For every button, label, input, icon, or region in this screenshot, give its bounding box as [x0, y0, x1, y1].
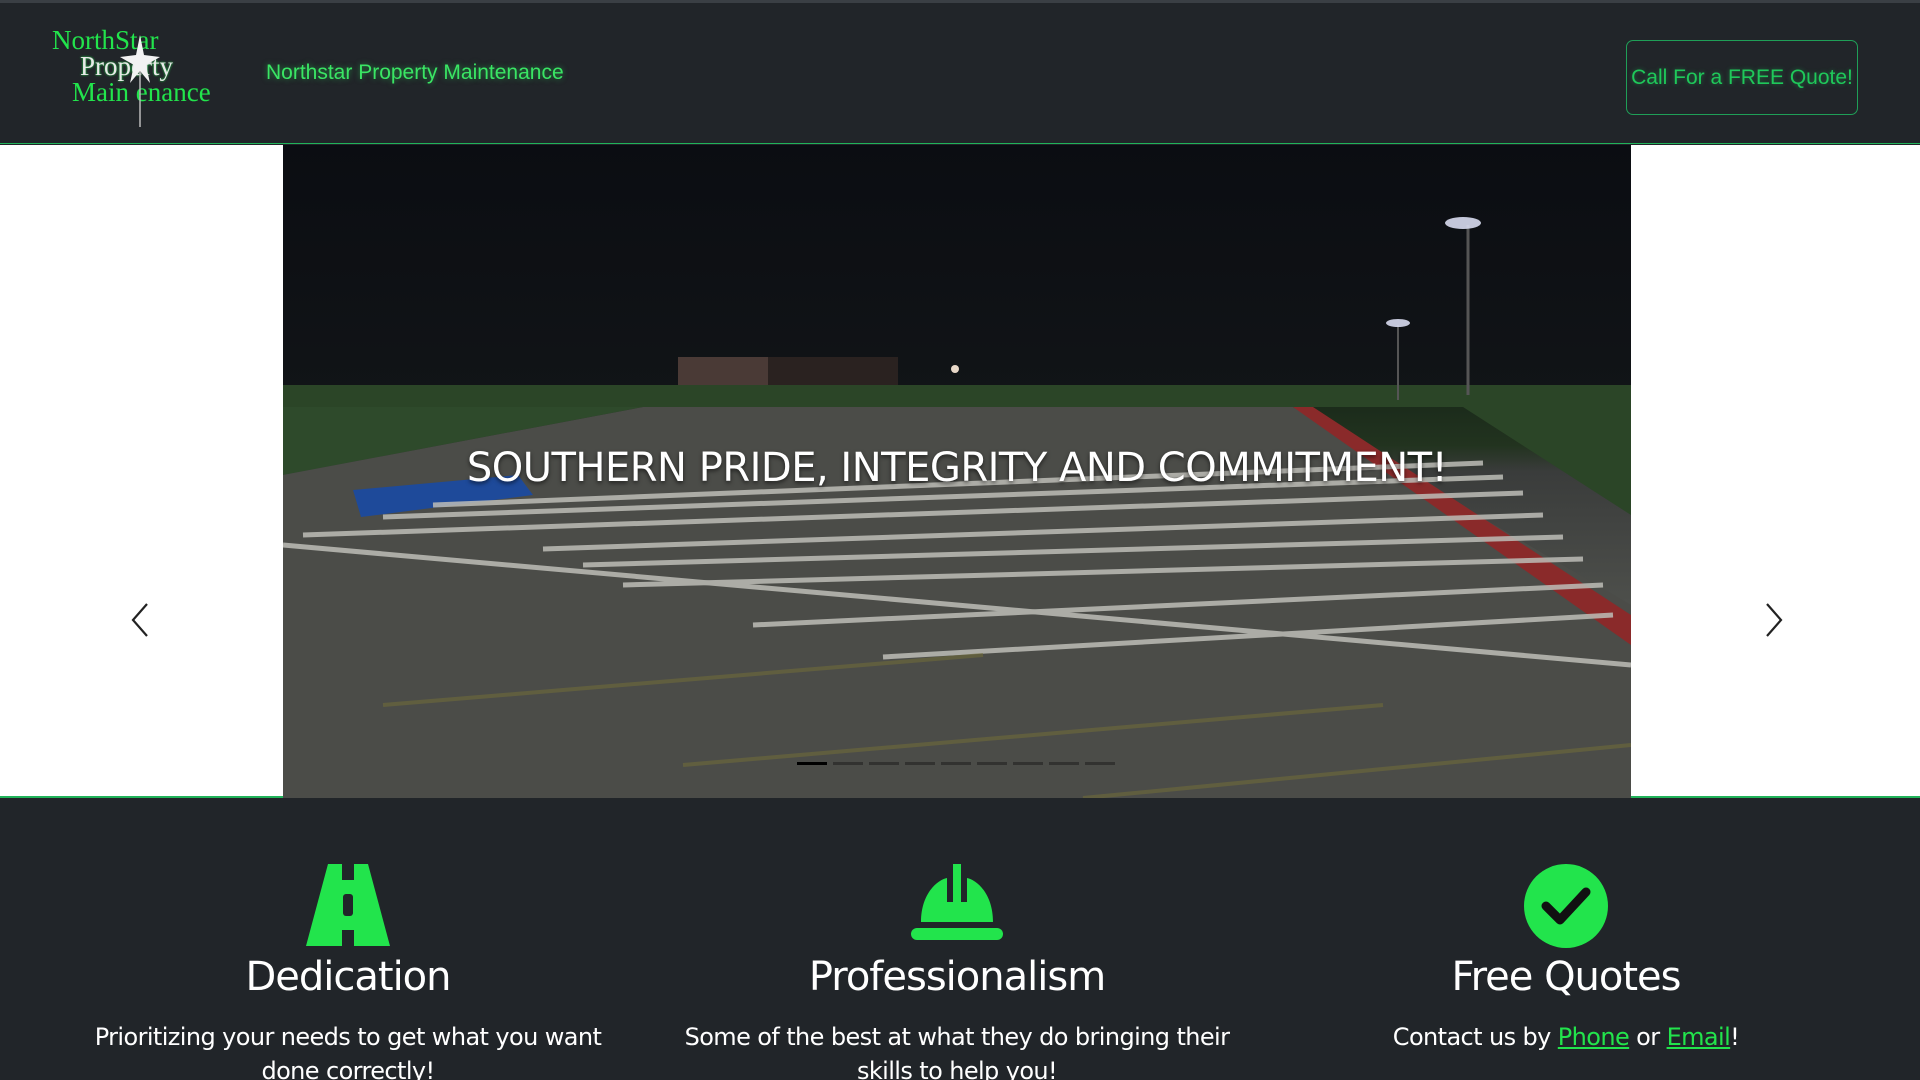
phone-link[interactable]: Phone: [1558, 1023, 1630, 1051]
carousel-indicator-2[interactable]: [833, 762, 863, 765]
carousel-indicator-3[interactable]: [869, 762, 899, 765]
features-section: Dedication Prioritizing your needs to ge…: [0, 800, 1920, 1080]
carousel-prev-button[interactable]: [120, 600, 160, 640]
brand-name[interactable]: Northstar Property Maintenance: [266, 61, 564, 85]
carousel-indicator-6[interactable]: [977, 762, 1007, 765]
feature-text: Some of the best at what they do bringin…: [684, 1023, 1230, 1080]
feature-title: Professionalism: [808, 954, 1106, 1000]
carousel-indicator-7[interactable]: [1013, 762, 1043, 765]
carousel-indicator-4[interactable]: [905, 762, 935, 765]
email-link[interactable]: Email: [1667, 1023, 1731, 1051]
logo[interactable]: NorthStar Property Main enance: [48, 21, 218, 129]
feature-text-before: Contact us by: [1392, 1023, 1558, 1051]
feature-title: Dedication: [245, 954, 451, 1000]
carousel-indicator-5[interactable]: [941, 762, 971, 765]
carousel-indicators: [797, 762, 1115, 765]
carousel-next-button[interactable]: [1754, 600, 1794, 640]
carousel-slide: SOUTHERN PRIDE, INTEGRITY AND COMMITMENT…: [283, 145, 1631, 798]
free-quote-button[interactable]: Call For a FREE Quote!: [1626, 40, 1858, 115]
check-circle-icon: [1524, 864, 1608, 948]
road-icon: [306, 864, 390, 946]
hero-carousel: SOUTHERN PRIDE, INTEGRITY AND COMMITMENT…: [0, 145, 1920, 798]
feature-title: Free Quotes: [1451, 954, 1681, 1000]
hard-hat-icon: [911, 864, 1003, 940]
carousel-caption: SOUTHERN PRIDE, INTEGRITY AND COMMITMENT…: [466, 445, 1448, 491]
chevron-left-icon: [131, 603, 148, 637]
carousel-indicator-1[interactable]: [797, 762, 827, 765]
carousel-indicator-8[interactable]: [1049, 762, 1079, 765]
feature-text: Contact us by Phone or Email!: [1286, 1020, 1846, 1054]
star-icon: [120, 35, 160, 127]
feature-text-middle: or: [1629, 1023, 1667, 1051]
carousel-indicator-9[interactable]: [1085, 762, 1115, 765]
chevron-right-icon: [1766, 603, 1783, 637]
feature-text: Prioritizing your needs to get what you …: [94, 1023, 602, 1080]
navbar: NorthStar Property Main enance Northstar…: [0, 0, 1920, 144]
feature-text-after: !: [1730, 1023, 1740, 1051]
